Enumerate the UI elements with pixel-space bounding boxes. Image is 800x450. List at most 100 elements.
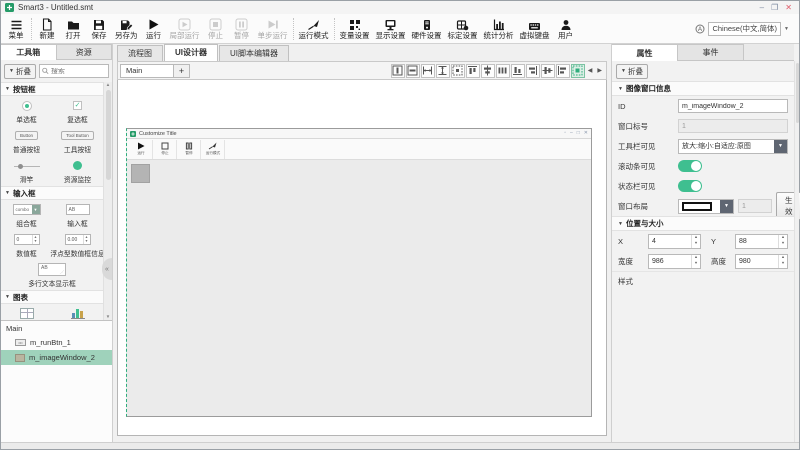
fit-height-button[interactable] xyxy=(391,64,405,78)
distribute-horizontal-button[interactable] xyxy=(496,64,510,78)
svg-text:A: A xyxy=(698,27,702,33)
align-left-button[interactable] xyxy=(556,64,570,78)
calibration-settings-button[interactable]: 标定设置 xyxy=(445,15,481,43)
scrollbar-visible-toggle[interactable] xyxy=(678,160,702,172)
toolbox-scrollbar[interactable]: ▲ ▼ xyxy=(103,82,112,320)
maximize-icon[interactable]: ❐ xyxy=(771,4,778,12)
design-canvas[interactable]: Customize Title ▫ – □ ✕ 运行 xyxy=(117,80,607,436)
align-top-button[interactable] xyxy=(466,64,480,78)
language-selector[interactable]: A Chinese(中文,简体) ▼ xyxy=(695,22,797,36)
preview-app-icon xyxy=(130,131,136,137)
align-right-button[interactable] xyxy=(526,64,540,78)
id-field[interactable] xyxy=(678,99,788,113)
tab-flowchart[interactable]: 流程图 xyxy=(117,45,163,61)
widget-tool-button[interactable]: Tool Button 工具按钮 xyxy=(52,126,103,156)
open-button[interactable]: 打开 xyxy=(60,15,86,43)
widget-float[interactable]: 0.00▲▼ 浮点型数值框信息 xyxy=(52,230,103,260)
window-layout-select[interactable]: ▼ xyxy=(678,199,734,214)
tab-toolbox[interactable]: 工具箱 xyxy=(1,44,57,60)
save-as-button[interactable]: 另存为 xyxy=(112,15,141,43)
properties-collapse-button[interactable]: ▼折叠 xyxy=(616,64,648,79)
run-mode-button[interactable]: 运行模式 xyxy=(296,15,332,43)
preview-run-button[interactable]: 运行 xyxy=(129,140,153,159)
hardware-settings-button[interactable]: 硬件设置 xyxy=(409,15,445,43)
preview-minimize-icon[interactable]: – xyxy=(570,131,573,136)
stop-icon xyxy=(161,142,169,150)
tab-events[interactable]: 事件 xyxy=(678,44,744,61)
selection-mode-button[interactable] xyxy=(571,64,585,78)
menu-button[interactable]: 菜单 xyxy=(3,15,29,43)
widget-input[interactable]: AB 输入框 xyxy=(52,200,103,230)
align-center-horizontal-button[interactable] xyxy=(481,64,495,78)
statusbar-visible-toggle[interactable] xyxy=(678,180,702,192)
tab-properties[interactable]: 属性 xyxy=(612,44,678,61)
width-stepper[interactable]: ▲▼ xyxy=(648,254,701,269)
user-button[interactable]: 用户 xyxy=(553,15,579,43)
preview-close-icon[interactable]: ✕ xyxy=(584,131,588,136)
preview-stop-button[interactable]: 停止 xyxy=(153,140,177,159)
scroll-up-icon[interactable]: ▲ xyxy=(106,83,110,88)
section-inputs[interactable]: ▼输入框 xyxy=(1,186,103,200)
section-buttons[interactable]: ▼按钮框 xyxy=(1,82,103,96)
stretch-width-button[interactable] xyxy=(421,64,435,78)
virtual-keyboard-button[interactable]: 虚拟键盘 xyxy=(517,15,553,43)
widget-bar-chart[interactable]: 柱状图 xyxy=(52,304,103,320)
preview-maximize-icon[interactable]: □ xyxy=(577,131,580,136)
widget-checkbox[interactable]: ✓ 复选框 xyxy=(52,96,103,126)
statistics-analysis-button[interactable]: 统计分析 xyxy=(481,15,517,43)
height-stepper[interactable]: ▲▼ xyxy=(735,254,788,269)
spin-down-icon: ▼ xyxy=(781,242,785,246)
close-icon[interactable]: ✕ xyxy=(785,4,792,12)
tree-item-imagewindow[interactable]: m_imageWindow_2 xyxy=(1,350,112,365)
scrollbar-thumb[interactable] xyxy=(796,63,799,123)
partial-run-button: 局部运行 xyxy=(167,15,203,43)
y-stepper[interactable]: ▲▼ xyxy=(735,234,788,249)
section-charts[interactable]: ▼图表 xyxy=(1,290,103,304)
search-input[interactable] xyxy=(39,64,109,78)
minimize-icon[interactable]: – xyxy=(760,4,764,12)
tab-ui-designer[interactable]: UI设计器 xyxy=(164,44,218,61)
page-tab-main[interactable]: Main xyxy=(120,64,174,78)
align-bottom-button[interactable] xyxy=(511,64,525,78)
fit-width-button[interactable] xyxy=(406,64,420,78)
widget-slider[interactable]: 滑竿 xyxy=(1,156,52,186)
display-settings-button[interactable]: 显示设置 xyxy=(373,15,409,43)
widget-resource-monitor[interactable]: 资源监控 xyxy=(52,156,103,186)
align-center-vertical-button[interactable] xyxy=(541,64,555,78)
widget-combo[interactable]: combo▼ 组合框 xyxy=(1,200,52,230)
save-button[interactable]: 保存 xyxy=(86,15,112,43)
widget-multiline[interactable]: AB 多行文本显示框 xyxy=(1,260,103,290)
preview-pin-icon[interactable]: ▫ xyxy=(564,131,566,136)
scroll-right-icon[interactable]: ▶ xyxy=(595,67,604,74)
preview-pause-button[interactable]: 暂停 xyxy=(177,140,201,159)
preview-run-mode-button[interactable]: 运行模式 xyxy=(201,140,225,159)
widget-button[interactable]: Button 普通按钮 xyxy=(1,126,52,156)
stretch-height-button[interactable] xyxy=(436,64,450,78)
properties-scrollbar[interactable] xyxy=(794,61,799,442)
run-button[interactable]: 运行 xyxy=(141,15,167,43)
variable-settings-button[interactable]: 变量设置 xyxy=(337,15,373,43)
add-page-button[interactable]: + xyxy=(174,64,190,78)
scrollbar-thumb[interactable] xyxy=(106,90,111,180)
widget-radio[interactable]: 单选框 xyxy=(1,96,52,126)
layout-count-field xyxy=(738,199,772,213)
scroll-left-icon[interactable]: ◀ xyxy=(586,67,595,74)
new-button[interactable]: 新建 xyxy=(34,15,60,43)
app-window: Smart3 - Untitled.smt – ❐ ✕ 菜单 新建 打开 保存 … xyxy=(0,0,800,450)
collapse-button[interactable]: ▼折叠 xyxy=(4,64,36,79)
scroll-down-icon[interactable]: ▼ xyxy=(106,315,110,320)
tab-resource[interactable]: 资源 xyxy=(57,44,113,60)
x-stepper[interactable]: ▲▼ xyxy=(648,234,701,249)
widget-number[interactable]: 0▲▼ 数值框 xyxy=(1,230,52,260)
tree-item-runbtn[interactable]: ••• m_runBtn_1 xyxy=(1,335,112,350)
style-section-label[interactable]: 样式 xyxy=(612,271,794,291)
widget-table[interactable]: 表格 xyxy=(1,304,52,320)
preview-window[interactable]: Customize Title ▫ – □ ✕ 运行 xyxy=(126,128,592,417)
placed-run-button-widget[interactable] xyxy=(131,164,150,183)
section-position-size[interactable]: ▼位置与大小 xyxy=(612,216,794,231)
toolbar-visible-select[interactable]: 放大:缩小:自适应:原图 ▼ xyxy=(678,139,788,154)
section-image-window-info[interactable]: ▼图像窗口信息 xyxy=(612,81,794,96)
tab-ui-script-editor[interactable]: UI脚本编辑器 xyxy=(219,45,289,61)
fit-window-button[interactable] xyxy=(451,64,465,78)
combo-icon: combo▼ xyxy=(13,204,41,215)
